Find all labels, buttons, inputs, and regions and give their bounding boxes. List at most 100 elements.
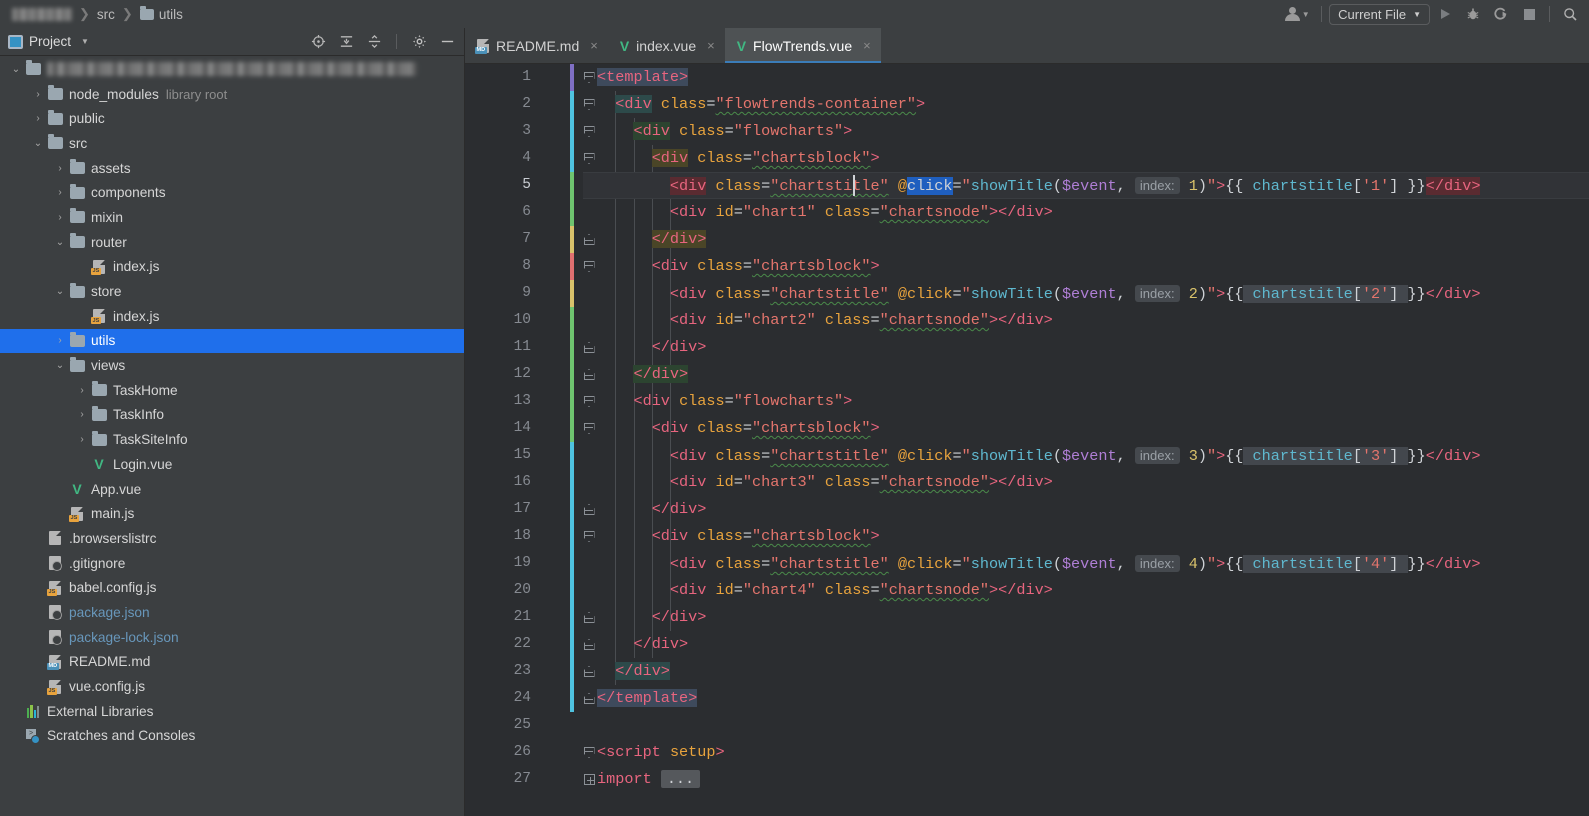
editor-tab-readme-md[interactable]: MD README.md × [465,28,608,63]
chevron-down-icon[interactable]: ⌄ [30,138,46,149]
tree-row[interactable]: JS index.js [0,304,464,329]
tree-row[interactable]: ⌄ router [0,230,464,255]
code-line[interactable]: <template> [583,64,1589,91]
collapse-all-icon[interactable] [363,31,385,53]
code-line-current[interactable]: <div class="chartstitle" @click="showTit… [583,172,1589,199]
folded-code-region[interactable]: ... [660,770,701,788]
chevron-down-icon[interactable]: ▼ [81,37,89,46]
code-line[interactable]: <div class="chartsblock"> [583,523,1589,550]
tree-row[interactable]: .gitignore [0,551,464,576]
breadcrumb-item-project[interactable] [8,7,76,22]
code-line[interactable]: </div> [583,361,1589,388]
code-line[interactable]: </div> [583,226,1589,253]
breadcrumb-item-src[interactable]: src [93,6,119,23]
run-icon[interactable] [1432,3,1458,25]
tree-row[interactable]: ⌄ src [0,131,464,156]
hide-panel-icon[interactable] [436,31,458,53]
code-line[interactable]: <div class="flowtrends-container"> [583,91,1589,118]
code-line[interactable]: <div id="chart1" class="chartsnode"></di… [583,199,1589,226]
tree-row[interactable]: package-lock.json [0,625,464,650]
project-tree[interactable]: ⌄ › node_modules library root › public ⌄ src › as… [0,56,464,816]
tree-row[interactable]: JS index.js [0,255,464,280]
code-line[interactable]: </div> [583,604,1589,631]
chevron-right-icon[interactable]: › [52,212,68,223]
code-line[interactable]: <div class="chartstitle" @click="showTit… [583,442,1589,469]
tree-row[interactable]: .browserslistrc [0,526,464,551]
fold-marker-icon[interactable] [583,531,595,542]
tree-row[interactable]: ⌄ [0,57,464,82]
code-line[interactable]: </div> [583,658,1589,685]
chevron-right-icon[interactable]: › [52,163,68,174]
code-line[interactable]: <div id="chart2" class="chartsnode"></di… [583,307,1589,334]
code-line[interactable]: </div> [583,334,1589,361]
editor-tab-index-vue[interactable]: Vindex.vue × [608,28,725,63]
tree-row[interactable]: JS main.js [0,501,464,526]
locate-icon[interactable] [307,31,329,53]
fold-marker-icon[interactable] [583,693,595,704]
editor-tab-flowtrends-vue[interactable]: V FlowTrends.vue × [724,28,881,63]
code-line[interactable]: <div id="chart4" class="chartsnode"></di… [583,577,1589,604]
code-line[interactable]: <div class="flowcharts"> [583,118,1589,145]
tree-row[interactable]: › assets [0,156,464,181]
fold-marker-icon[interactable] [583,342,595,353]
tree-row-selected[interactable]: › utils [0,328,464,354]
fold-marker-icon[interactable] [583,423,595,434]
code-line[interactable] [583,712,1589,739]
search-icon[interactable] [1557,3,1583,25]
tree-row[interactable]: › components [0,180,464,205]
fold-marker-icon[interactable] [583,612,595,623]
run-configuration-selector[interactable]: Current File ▼ [1329,3,1430,25]
chevron-right-icon[interactable]: › [30,113,46,124]
editor-gutter[interactable]: 1 2 3 4 5 6 7 8 9 10 11 12 13 14 15 16 17 18 19 20 21 22 23 24 2… [465,64,595,816]
code-line[interactable]: </template> [583,685,1589,712]
tree-row[interactable]: > Scratches and Consoles [0,724,464,749]
stop-icon[interactable] [1516,3,1542,25]
chevron-right-icon[interactable]: › [52,187,68,198]
chevron-right-icon[interactable]: › [74,409,90,420]
code-line[interactable]: <div class="chartstitle" @click="showTit… [583,550,1589,577]
code-line[interactable]: <div class="flowcharts"> [583,388,1589,415]
fold-marker-icon[interactable] [583,747,595,758]
code-editor[interactable]: 1 2 3 4 5 6 7 8 9 10 11 12 13 14 15 16 17 18 19 20 21 22 23 24 2… [465,64,1589,816]
chevron-down-icon[interactable]: ⌄ [52,237,68,248]
breadcrumb-item-utils[interactable]: utils [136,5,187,23]
code-line[interactable]: </div> [583,631,1589,658]
fold-marker-icon[interactable] [583,396,595,407]
tree-row[interactable]: MD README.md [0,650,464,675]
fold-marker-icon[interactable] [583,261,595,272]
tree-row[interactable]: JS vue.config.js [0,674,464,699]
editor-tab-bar[interactable]: MD README.md × Vindex.vue × V FlowTrends.vue × [465,28,1589,64]
code-line[interactable]: <div class="chartstitle" @click="showTit… [583,280,1589,307]
tree-row[interactable]: ⌄ views [0,353,464,378]
chevron-down-icon[interactable]: ⌄ [52,360,68,371]
fold-marker-icon[interactable] [583,234,595,245]
fold-marker-icon[interactable] [583,99,595,110]
tree-row[interactable]: V App.vue [0,477,464,502]
tree-row[interactable]: › TaskSiteInfo [0,427,464,452]
fold-marker-icon[interactable] [583,72,595,83]
fold-marker-icon[interactable] [583,126,595,137]
code-line[interactable]: </div> [583,496,1589,523]
chevron-right-icon[interactable]: › [74,434,90,445]
person-icon[interactable]: ▼ [1280,3,1314,25]
code-line[interactable]: import ... [583,766,1589,793]
chevron-right-icon[interactable]: › [74,385,90,396]
tree-row[interactable]: V Login.vue [0,452,464,477]
close-icon[interactable]: × [863,38,871,53]
fold-marker-icon[interactable] [583,369,595,380]
expand-all-icon[interactable] [335,31,357,53]
code-line[interactable]: <div id="chart3" class="chartsnode"></di… [583,469,1589,496]
tree-row[interactable]: JS babel.config.js [0,575,464,600]
fold-marker-icon[interactable] [583,504,595,515]
code-line[interactable]: <div class="chartsblock"> [583,253,1589,280]
fold-marker-icon[interactable] [583,639,595,650]
tree-row[interactable]: ⌄ store [0,279,464,304]
close-icon[interactable]: × [590,38,598,53]
tree-row[interactable]: › TaskInfo [0,403,464,428]
code-line[interactable]: <div class="chartsblock"> [583,145,1589,172]
tree-row[interactable]: › node_modules library root [0,82,464,107]
tree-row[interactable]: › mixin [0,205,464,230]
fold-marker-icon[interactable] [583,153,595,164]
gear-icon[interactable] [408,31,430,53]
chevron-down-icon[interactable]: ⌄ [52,286,68,297]
